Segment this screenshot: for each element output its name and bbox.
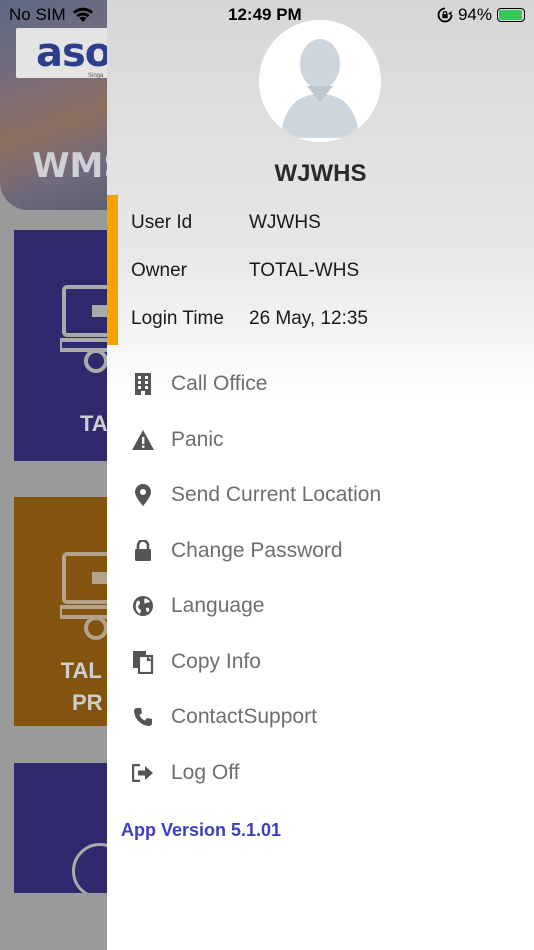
info-label: User Id [131,212,193,233]
wifi-icon [72,7,93,22]
menu-item-call-office[interactable]: Call Office [131,362,521,406]
menu-item-copy-info[interactable]: Copy Info [131,640,521,684]
info-value: 26 May, 12:35 [249,308,369,329]
menu-item-label: Send Current Location [171,483,382,506]
location-pin-icon [131,483,155,507]
menu-item-language[interactable]: Language [131,584,521,628]
menu-item-label: Change Password [171,539,343,562]
avatar[interactable] [259,20,381,142]
status-time: 12:49 PM [228,5,302,24]
lock-icon [131,539,155,563]
menu-item-label: ContactSupport [171,705,317,728]
menu-item-panic[interactable]: Panic [131,418,521,462]
battery-percent: 94% [457,5,492,24]
app-version: App Version 5.1.01 [121,820,282,840]
profile-name: WJWHS [274,160,367,187]
info-accent-bar [107,195,118,345]
menu-item-send-location[interactable]: Send Current Location [131,473,521,517]
carrier-group: No SIM [9,5,94,25]
battery-level [499,10,522,20]
carrier-label: No SIM [9,5,66,24]
side-drawer: WJWHS User Id WJWHS Owner TOTAL-WHS Logi… [107,0,534,950]
info-value: TOTAL-WHS [249,260,360,281]
building-icon [131,372,155,396]
tile-1-label: TA [80,411,108,436]
info-value: WJWHS [249,212,321,233]
status-bar: No SIM 12:49 PM 94% [0,0,534,32]
info-label: Owner [131,260,187,281]
avatar-placeholder-icon [259,20,381,142]
logout-icon [131,761,155,785]
info-label: Login Time [131,308,224,329]
copy-icon [131,650,155,674]
menu-item-label: Log Off [171,761,240,784]
menu-item-change-password[interactable]: Change Password [131,529,521,573]
status-right-group: 94% [437,5,525,25]
warning-icon [131,428,155,452]
tile-2-label-line-1: TAL [60,658,102,683]
menu-item-log-off[interactable]: Log Off [131,751,521,795]
tile-2-label: TAL PR [60,655,103,719]
battery-icon [497,8,525,22]
phone-icon [131,705,155,729]
menu-item-label: Call Office [171,372,268,395]
tile-2-label-line-2: PR [72,690,103,715]
company-logo-tagline: Singa [88,73,104,79]
globe-icon [131,594,155,618]
menu-item-label: Panic [171,428,224,451]
menu-item-contact-support[interactable]: ContactSupport [131,695,521,739]
company-logo: aso [36,30,112,76]
menu-item-label: Language [171,594,265,617]
orientation-lock-icon [437,7,453,23]
menu-item-label: Copy Info [171,650,261,673]
